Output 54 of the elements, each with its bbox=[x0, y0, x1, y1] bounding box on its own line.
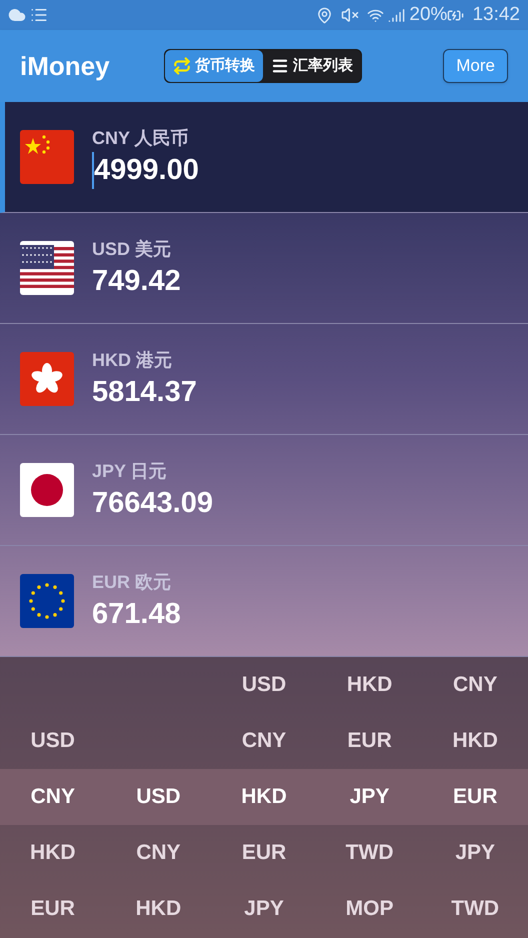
picker-item[interactable]: CNY bbox=[30, 781, 75, 813]
picker-item[interactable]: HKD bbox=[452, 725, 498, 757]
picker-item[interactable]: EUR bbox=[347, 725, 392, 757]
flag-icon bbox=[20, 352, 74, 406]
picker-item[interactable]: EUR bbox=[453, 781, 498, 813]
battery-level: 20% bbox=[409, 2, 448, 27]
tab[interactable]: 汇率列表 bbox=[263, 50, 361, 82]
currency-name: HKD 港元 bbox=[92, 349, 173, 372]
signal-icon bbox=[388, 6, 406, 24]
currency-name: EUR 欧元 bbox=[92, 571, 172, 594]
amount-field: 749.42 bbox=[92, 263, 181, 300]
repeat-icon bbox=[173, 57, 191, 75]
picker-item[interactable]: USD bbox=[242, 669, 286, 701]
picker-item[interactable]: CNY bbox=[136, 837, 181, 869]
list-icon bbox=[30, 6, 48, 24]
picker-item[interactable]: MOP bbox=[346, 893, 394, 925]
flag-icon bbox=[20, 574, 74, 628]
location-icon bbox=[316, 6, 334, 24]
clock: 13:42 bbox=[472, 2, 520, 27]
picker-item[interactable]: USD bbox=[30, 725, 75, 757]
more-button[interactable]: More bbox=[443, 49, 508, 83]
currency-name: JPY 日元 bbox=[92, 460, 168, 484]
currency-row[interactable]: CNY 人民币 4999.00 bbox=[0, 102, 528, 213]
app-title: iMoney bbox=[20, 50, 111, 82]
currency-name: CNY 人民币 bbox=[92, 127, 190, 150]
flag-icon bbox=[20, 241, 74, 295]
currency-row[interactable]: USD 美元 749.42 bbox=[0, 213, 528, 324]
mute-icon bbox=[341, 6, 360, 24]
picker-item[interactable]: TWD bbox=[451, 893, 500, 925]
picker-item[interactable]: JPY bbox=[244, 893, 284, 925]
picker-item[interactable]: HKD bbox=[346, 669, 392, 701]
picker-item[interactable]: JPY bbox=[350, 781, 390, 813]
currency-row[interactable]: JPY 日元 76643.09 bbox=[0, 435, 528, 546]
picker-item[interactable]: JPY bbox=[455, 837, 496, 869]
flag-icon bbox=[20, 130, 74, 184]
picker-item[interactable]: EUR bbox=[242, 837, 286, 869]
picker-item[interactable]: CNY bbox=[453, 669, 498, 701]
picker-item[interactable]: HKD bbox=[136, 893, 182, 925]
amount-field[interactable]: 4999.00 bbox=[92, 152, 199, 189]
picker-item[interactable]: CNY bbox=[242, 725, 286, 757]
amount-field: 5814.37 bbox=[92, 374, 197, 411]
picker-item[interactable]: USD bbox=[136, 781, 181, 813]
flag-icon bbox=[20, 463, 74, 517]
currency-name: USD 美元 bbox=[92, 238, 172, 262]
cloud-icon bbox=[8, 6, 26, 24]
picker-item[interactable]: HKD bbox=[30, 837, 76, 869]
amount-field: 76643.09 bbox=[92, 485, 213, 522]
picker-item[interactable]: HKD bbox=[241, 781, 287, 813]
tab[interactable]: 货币转换 bbox=[165, 50, 263, 82]
picker-item[interactable]: TWD bbox=[346, 837, 394, 869]
picker-item[interactable]: EUR bbox=[30, 893, 75, 925]
amount-field: 671.48 bbox=[92, 596, 181, 633]
menu-icon bbox=[271, 57, 289, 75]
currency-row[interactable]: HKD 港元 5814.37 bbox=[0, 324, 528, 435]
